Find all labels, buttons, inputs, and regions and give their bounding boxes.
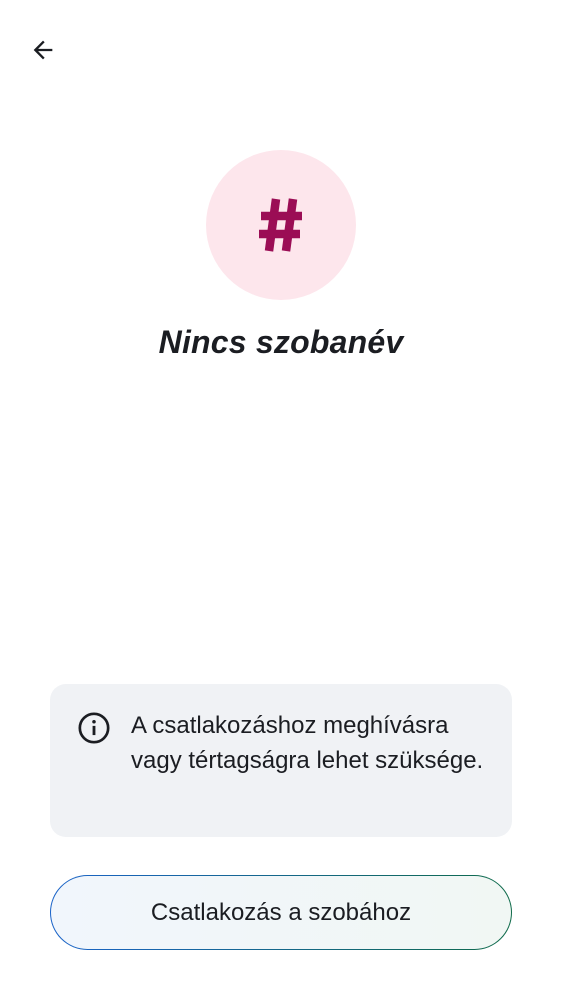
hash-icon (259, 198, 302, 252)
room-name: Nincs szobanév (158, 324, 404, 360)
room-avatar (206, 150, 356, 300)
join-room-button[interactable]: Csatlakozás a szobához (50, 875, 512, 950)
join-room-button-label: Csatlakozás a szobához (150, 898, 412, 926)
join-room-screen: Nincs szobanév A csatlakozáshoz meghívás… (0, 0, 562, 1000)
info-icon (78, 712, 110, 744)
join-notice-card: A csatlakozáshoz meghívásra vagy tértags… (50, 684, 512, 837)
join-notice-text: A csatlakozáshoz meghívásra vagy tértags… (131, 712, 484, 774)
back-button[interactable] (20, 27, 66, 73)
arrow-left-icon (33, 40, 53, 60)
